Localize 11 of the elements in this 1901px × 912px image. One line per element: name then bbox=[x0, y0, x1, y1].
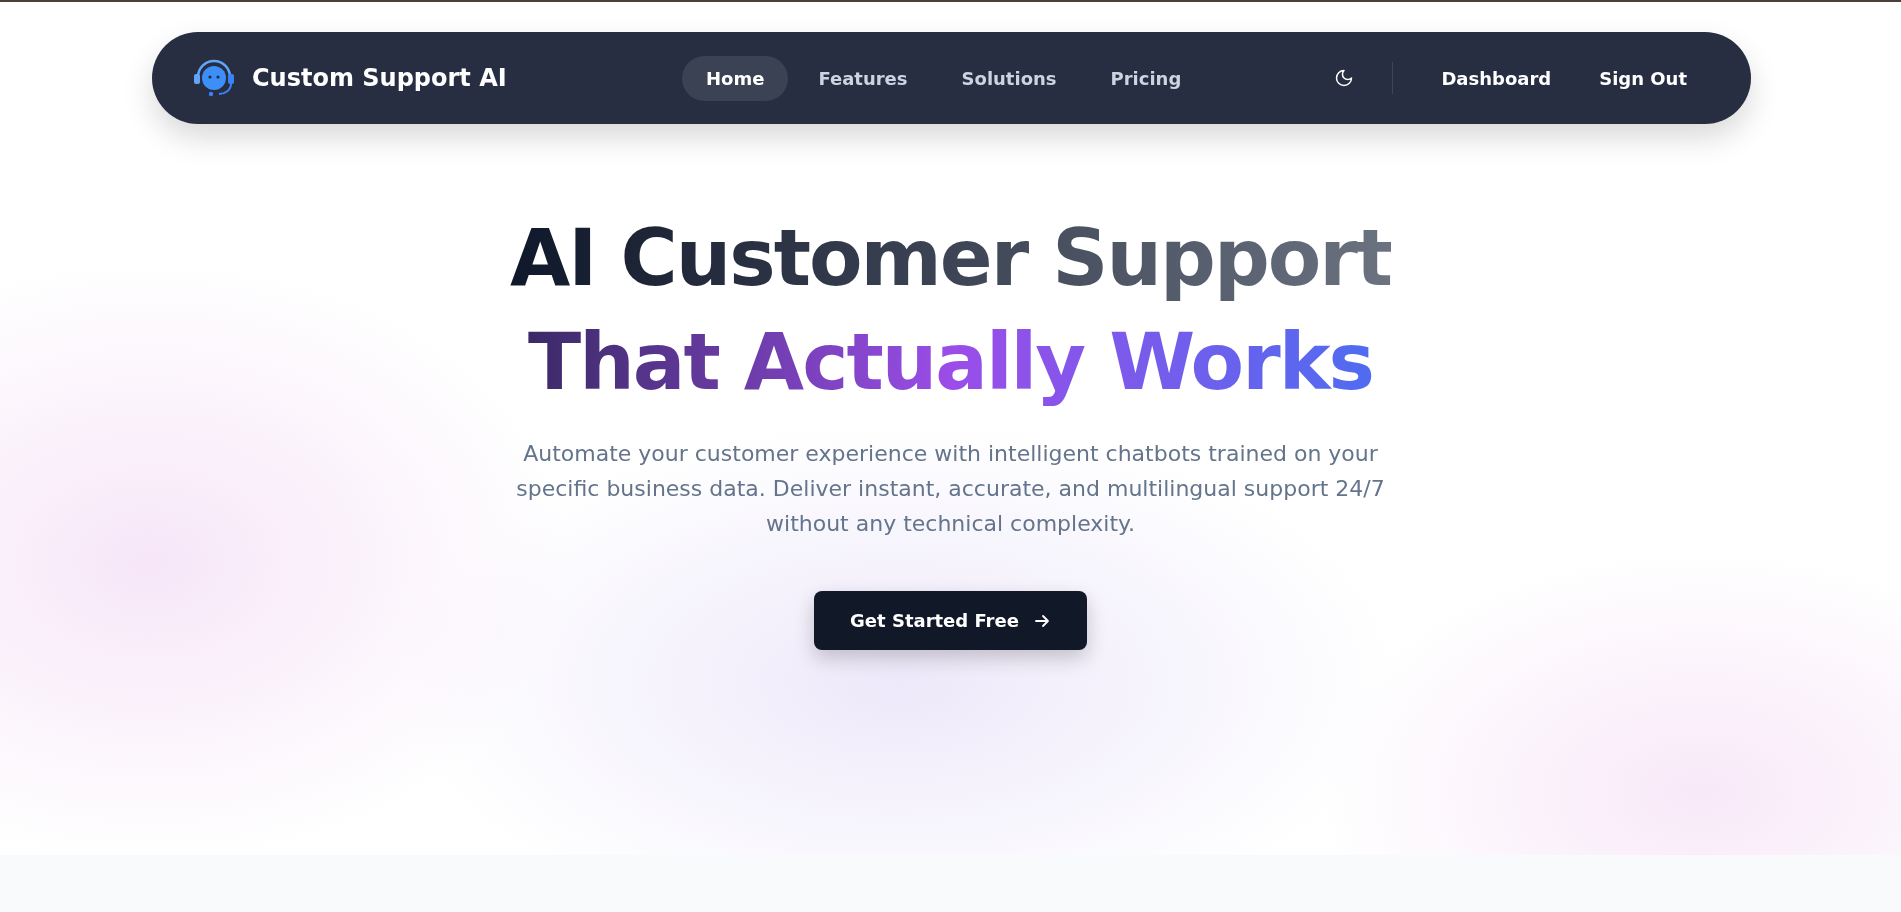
nav-link[interactable]: Features bbox=[794, 55, 932, 101]
get-started-button[interactable]: Get Started Free bbox=[814, 591, 1087, 650]
nav-link[interactable]: Pricing bbox=[1086, 55, 1206, 101]
nav-link[interactable]: Home bbox=[682, 55, 789, 101]
nav-action-link[interactable]: Dashboard bbox=[1417, 57, 1576, 99]
brand-name[interactable]: Custom Support AI bbox=[252, 64, 507, 92]
moon-icon[interactable] bbox=[1334, 68, 1355, 88]
nav-link[interactable]: Solutions bbox=[937, 55, 1081, 101]
hero-subtitle: Automate your customer experience with intelligent chatbots trained on your specific business data. Deliver instant, accurate, and multilingual support 24/7 without any technical complexity. bbox=[515, 440, 1386, 538]
nav-action-link[interactable]: Sign Out bbox=[1575, 57, 1711, 99]
headset-robot-icon bbox=[192, 57, 236, 99]
